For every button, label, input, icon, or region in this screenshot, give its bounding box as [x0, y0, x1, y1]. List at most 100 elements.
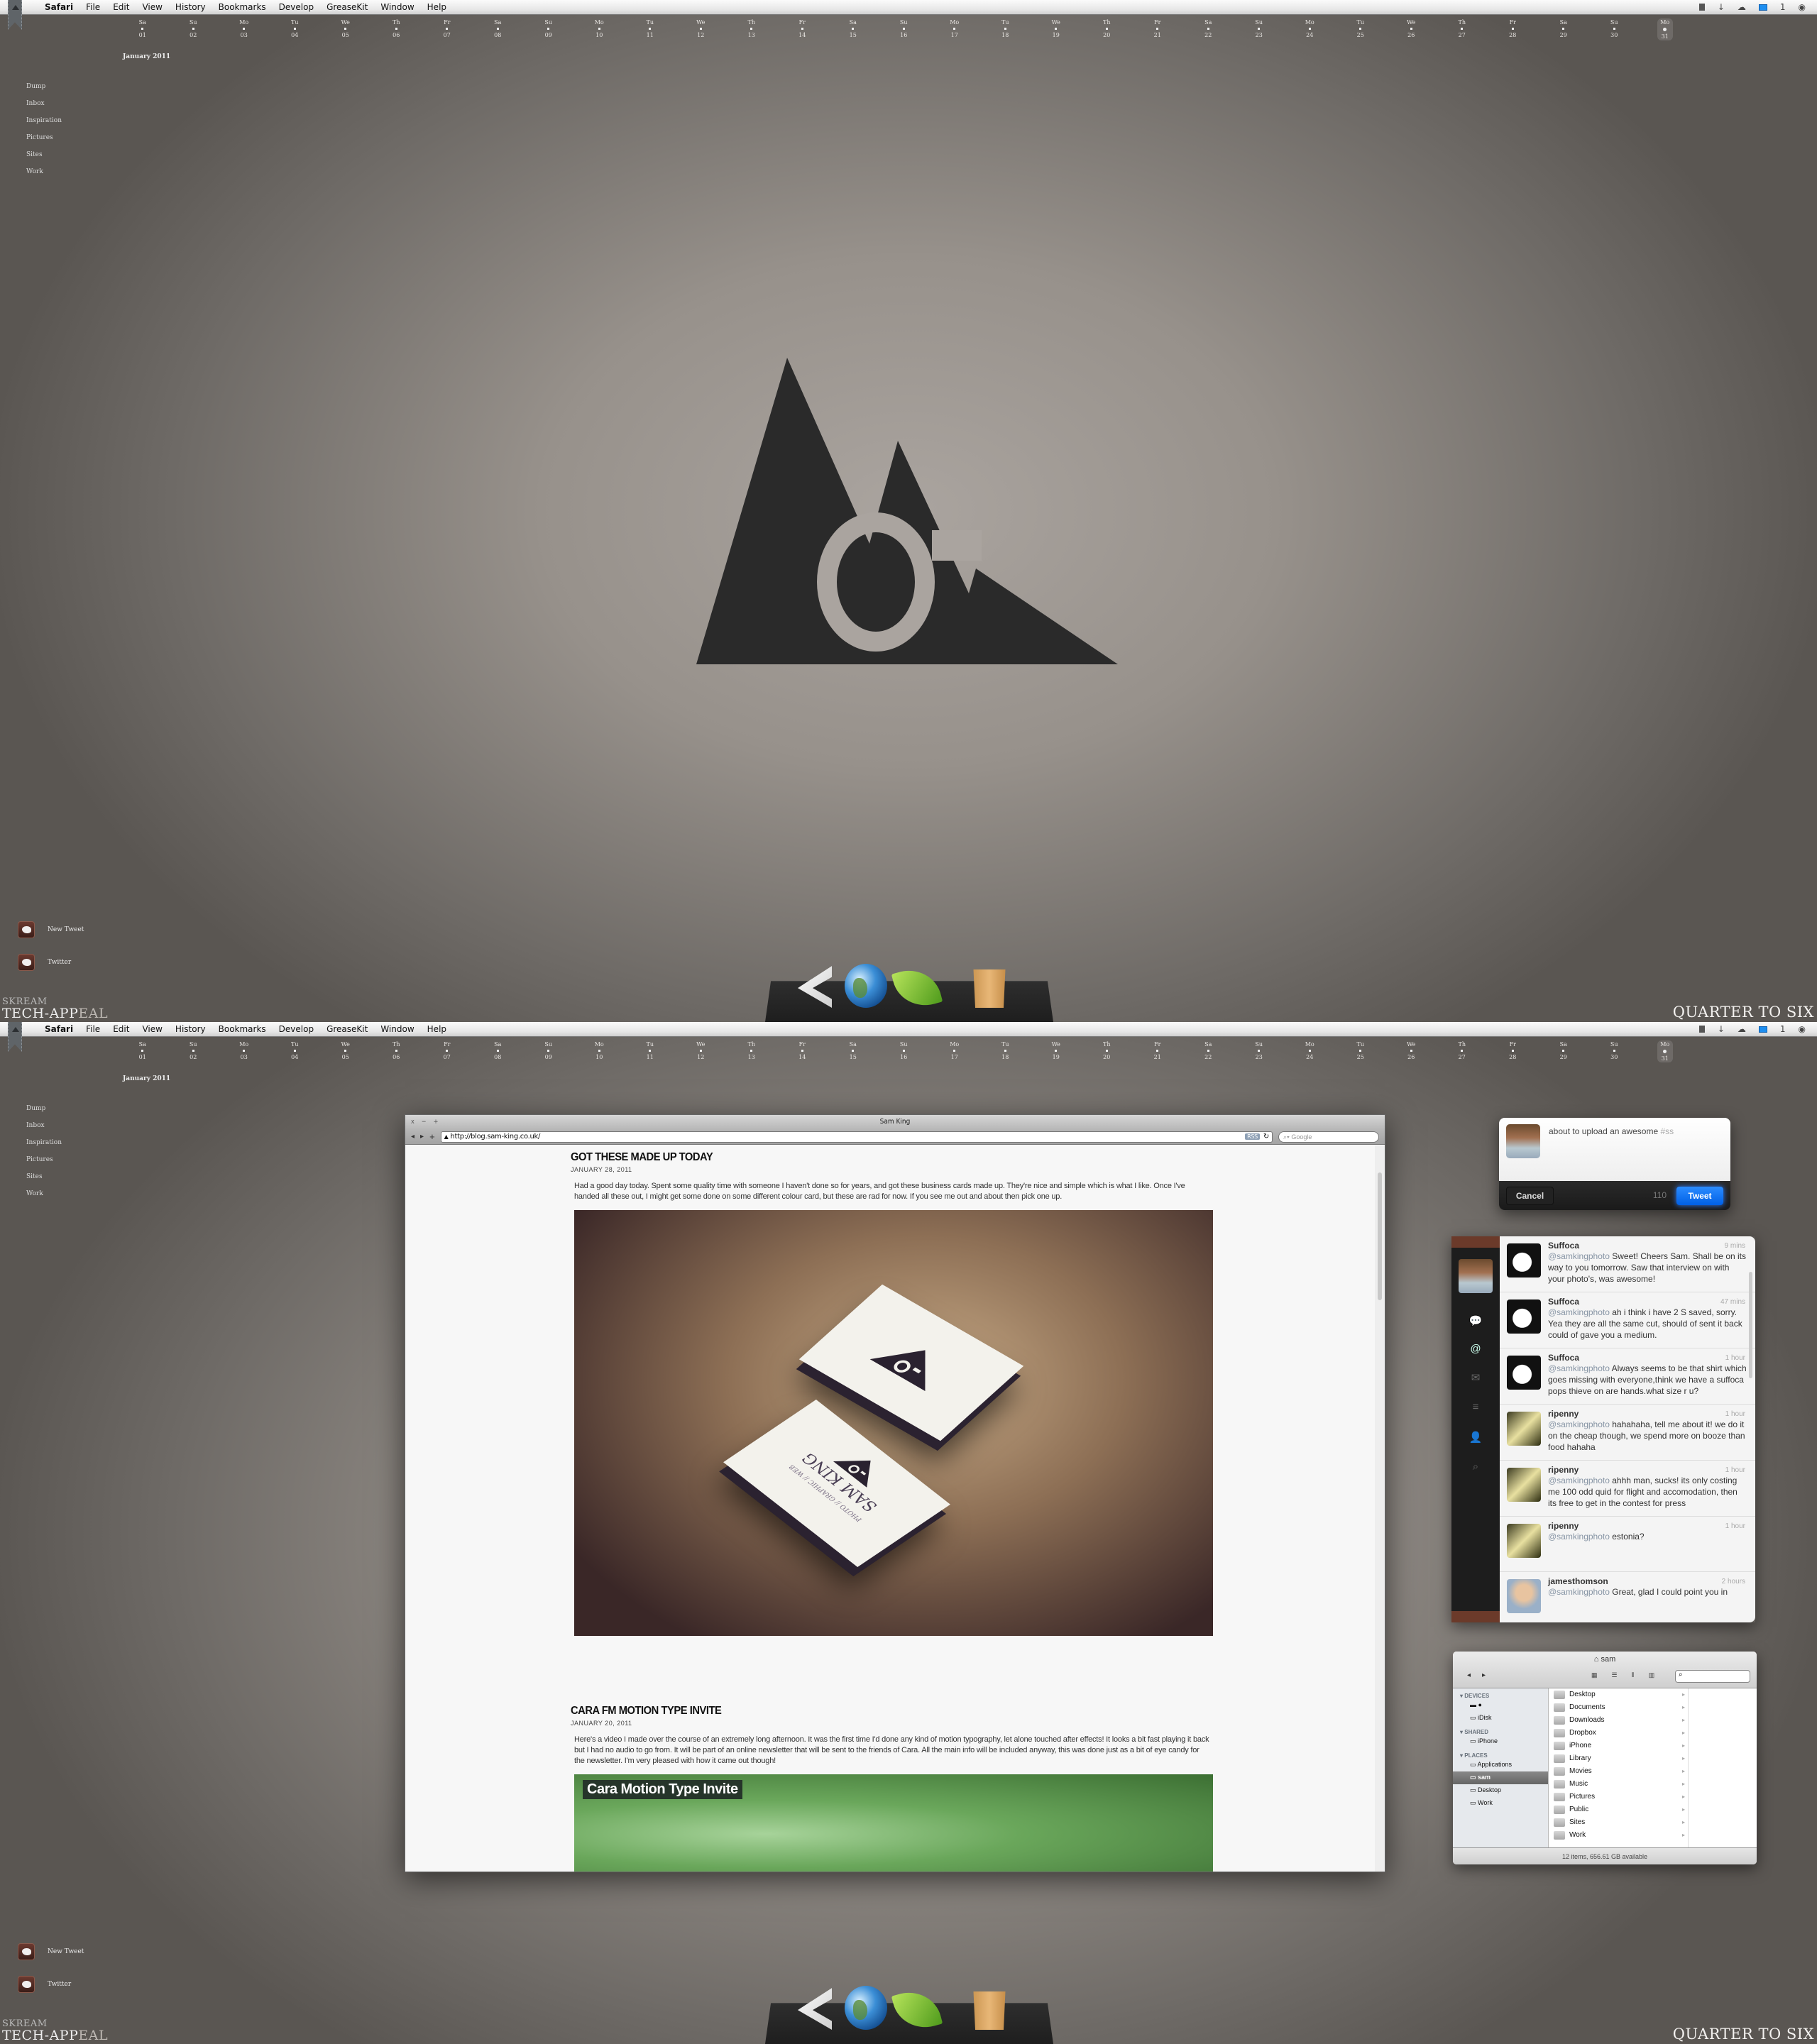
cloud-icon[interactable]: ☁ [1738, 1024, 1746, 1034]
coda-leaf-icon[interactable] [891, 1985, 943, 2035]
mail-icon[interactable] [1758, 1026, 1767, 1033]
mail-icon[interactable] [1758, 4, 1767, 11]
tweet-item[interactable]: Suffoca 47 mins @samkingphoto ah i think i… [1500, 1292, 1755, 1348]
file-row-library[interactable]: Library [1549, 1752, 1688, 1765]
menu-develop[interactable]: Develop [273, 2, 320, 12]
folder-link-inbox[interactable]: Inbox [26, 99, 62, 116]
folder-link-work[interactable]: Work [26, 167, 62, 184]
desktop-icon[interactable]: New Tweet [18, 1935, 84, 1968]
tweet-item[interactable]: ripenny 1 hour @samkingphoto hahahaha, tel… [1500, 1405, 1755, 1461]
tweet-avatar[interactable] [1507, 1356, 1541, 1390]
file-row-public[interactable]: Public [1549, 1803, 1688, 1816]
coverflow-view-icon[interactable]: ▥ [1649, 1671, 1655, 1679]
list-view-icon[interactable]: ☰ [1612, 1671, 1618, 1679]
column-view-icon[interactable]: ⦀ [1632, 1671, 1635, 1679]
folder-link-pictures[interactable]: Pictures [26, 1155, 62, 1172]
tweet-mention[interactable]: @samkingphoto [1548, 1419, 1610, 1429]
file-row-sites[interactable]: Sites [1549, 1816, 1688, 1829]
cancel-button[interactable]: Cancel [1506, 1187, 1554, 1205]
file-row-movies[interactable]: Movies [1549, 1765, 1688, 1778]
menu-safari[interactable]: Safari [38, 1024, 79, 1034]
folder-link-sites[interactable]: Sites [26, 150, 62, 167]
globe-browser-icon[interactable] [845, 1986, 887, 2030]
file-row-pictures[interactable]: Pictures [1549, 1791, 1688, 1803]
menu-greasekit[interactable]: GreaseKit [320, 1024, 374, 1034]
folder-link-sites[interactable]: Sites [26, 1172, 62, 1189]
sidebar-item[interactable]: ▭ Applications [1453, 1759, 1548, 1771]
folder-link-dump[interactable]: Dump [26, 82, 62, 99]
window-manager-icon[interactable] [1698, 4, 1705, 11]
sidebar-item[interactable]: ▭ iDisk [1453, 1712, 1548, 1725]
desktop-icon[interactable]: Twitter [18, 1968, 84, 2001]
forward-button[interactable]: ▸ [420, 1133, 424, 1141]
menu-greasekit[interactable]: GreaseKit [320, 2, 374, 12]
search-field[interactable]: ⌕▾ Google [1278, 1131, 1379, 1143]
window-manager-icon[interactable] [1698, 1026, 1705, 1033]
desktop-icon[interactable]: Twitter [18, 946, 84, 979]
menu-file[interactable]: File [79, 1024, 106, 1034]
menu-history[interactable]: History [169, 2, 212, 12]
tweet-item[interactable]: Suffoca 9 mins @samkingphoto Sweet! Cheers… [1500, 1236, 1755, 1292]
video-player[interactable]: Cara Motion Type Invite [574, 1774, 1213, 1872]
tweet-avatar[interactable] [1507, 1412, 1541, 1446]
tweet-author[interactable]: Suffoca [1548, 1241, 1747, 1251]
post-title[interactable]: CARA FM MOTION TYPE INVITE [571, 1705, 1158, 1718]
ribbon-icon[interactable] [8, 0, 22, 30]
messages-icon[interactable]: ✉ [1469, 1371, 1483, 1384]
account-avatar[interactable] [1459, 1259, 1493, 1293]
mentions-icon[interactable]: @ [1469, 1343, 1483, 1355]
spotlight-icon[interactable]: ◉ [1799, 2, 1806, 12]
penrose-app-icon[interactable] [798, 1988, 832, 2030]
spotlight-icon[interactable]: ◉ [1799, 1024, 1806, 1034]
tweet-author[interactable]: jamesthomson [1548, 1576, 1747, 1586]
tweet-mention[interactable]: @samkingphoto [1548, 1587, 1610, 1597]
tweet-item[interactable]: jamesthomson 2 hours @samkingphoto Great, … [1500, 1572, 1755, 1622]
menu-history[interactable]: History [169, 1024, 212, 1034]
timeline-scrollbar[interactable] [1749, 1272, 1752, 1378]
sidebar-section-places[interactable]: ▾ PLACES [1453, 1748, 1548, 1759]
icon-view-icon[interactable]: ▦ [1591, 1671, 1598, 1679]
penrose-app-icon[interactable] [798, 966, 832, 1008]
tweet-mention[interactable]: @samkingphoto [1548, 1251, 1610, 1261]
tweet-mention[interactable]: @samkingphoto [1548, 1363, 1610, 1373]
vertical-scrollbar[interactable] [1375, 1145, 1385, 1872]
tweet-input[interactable]: about to upload an awesome #ss [1549, 1126, 1674, 1136]
tweet-item[interactable]: Suffoca 1 hour @samkingphoto Always seems … [1500, 1348, 1755, 1405]
menu-bookmarks[interactable]: Bookmarks [212, 2, 273, 12]
file-row-iphone[interactable]: iPhone [1549, 1740, 1688, 1752]
menu-view[interactable]: View [136, 1024, 168, 1034]
menu-file[interactable]: File [79, 2, 106, 12]
back-button[interactable]: ◂ [411, 1133, 415, 1141]
tweet-mention[interactable]: @samkingphoto [1548, 1532, 1610, 1542]
scroll-thumb[interactable] [1378, 1172, 1382, 1300]
tweet-mention[interactable]: @samkingphoto [1548, 1307, 1610, 1317]
minimize-button[interactable]: − [422, 1115, 427, 1129]
rss-button[interactable]: RSS [1245, 1133, 1260, 1140]
finder-search-field[interactable]: ⌕ [1675, 1670, 1750, 1683]
tweet-author[interactable]: ripenny [1548, 1409, 1747, 1419]
desktop-icon[interactable]: New Tweet [18, 913, 84, 946]
menu-edit[interactable]: Edit [106, 1024, 136, 1034]
menu-safari[interactable]: Safari [38, 2, 79, 12]
folder-link-inbox[interactable]: Inbox [26, 1121, 62, 1138]
file-row-music[interactable]: Music [1549, 1778, 1688, 1791]
add-bookmark-button[interactable]: + [429, 1131, 435, 1142]
menu-view[interactable]: View [136, 2, 168, 12]
download-icon[interactable]: ↓ [1718, 1024, 1725, 1034]
menu-help[interactable]: Help [421, 2, 453, 12]
folder-link-pictures[interactable]: Pictures [26, 133, 62, 150]
sidebar-item[interactable]: ▭ Work [1453, 1797, 1548, 1810]
tweet-mention[interactable]: @samkingphoto [1548, 1476, 1610, 1485]
cloud-icon[interactable]: ☁ [1738, 2, 1746, 12]
trash-icon[interactable] [973, 1991, 1006, 2030]
sidebar-section-shared[interactable]: ▾ SHARED [1453, 1725, 1548, 1735]
globe-browser-icon[interactable] [845, 964, 887, 1008]
profile-icon[interactable]: 👤 [1469, 1431, 1483, 1444]
ribbon-icon[interactable] [8, 1022, 22, 1052]
folder-link-inspiration[interactable]: Inspiration [26, 1138, 62, 1155]
file-row-documents[interactable]: Documents [1549, 1701, 1688, 1714]
folder-link-work[interactable]: Work [26, 1189, 62, 1206]
lists-icon[interactable]: ≡ [1469, 1401, 1483, 1413]
zoom-button[interactable]: + [434, 1115, 439, 1129]
trash-icon[interactable] [973, 969, 1006, 1008]
